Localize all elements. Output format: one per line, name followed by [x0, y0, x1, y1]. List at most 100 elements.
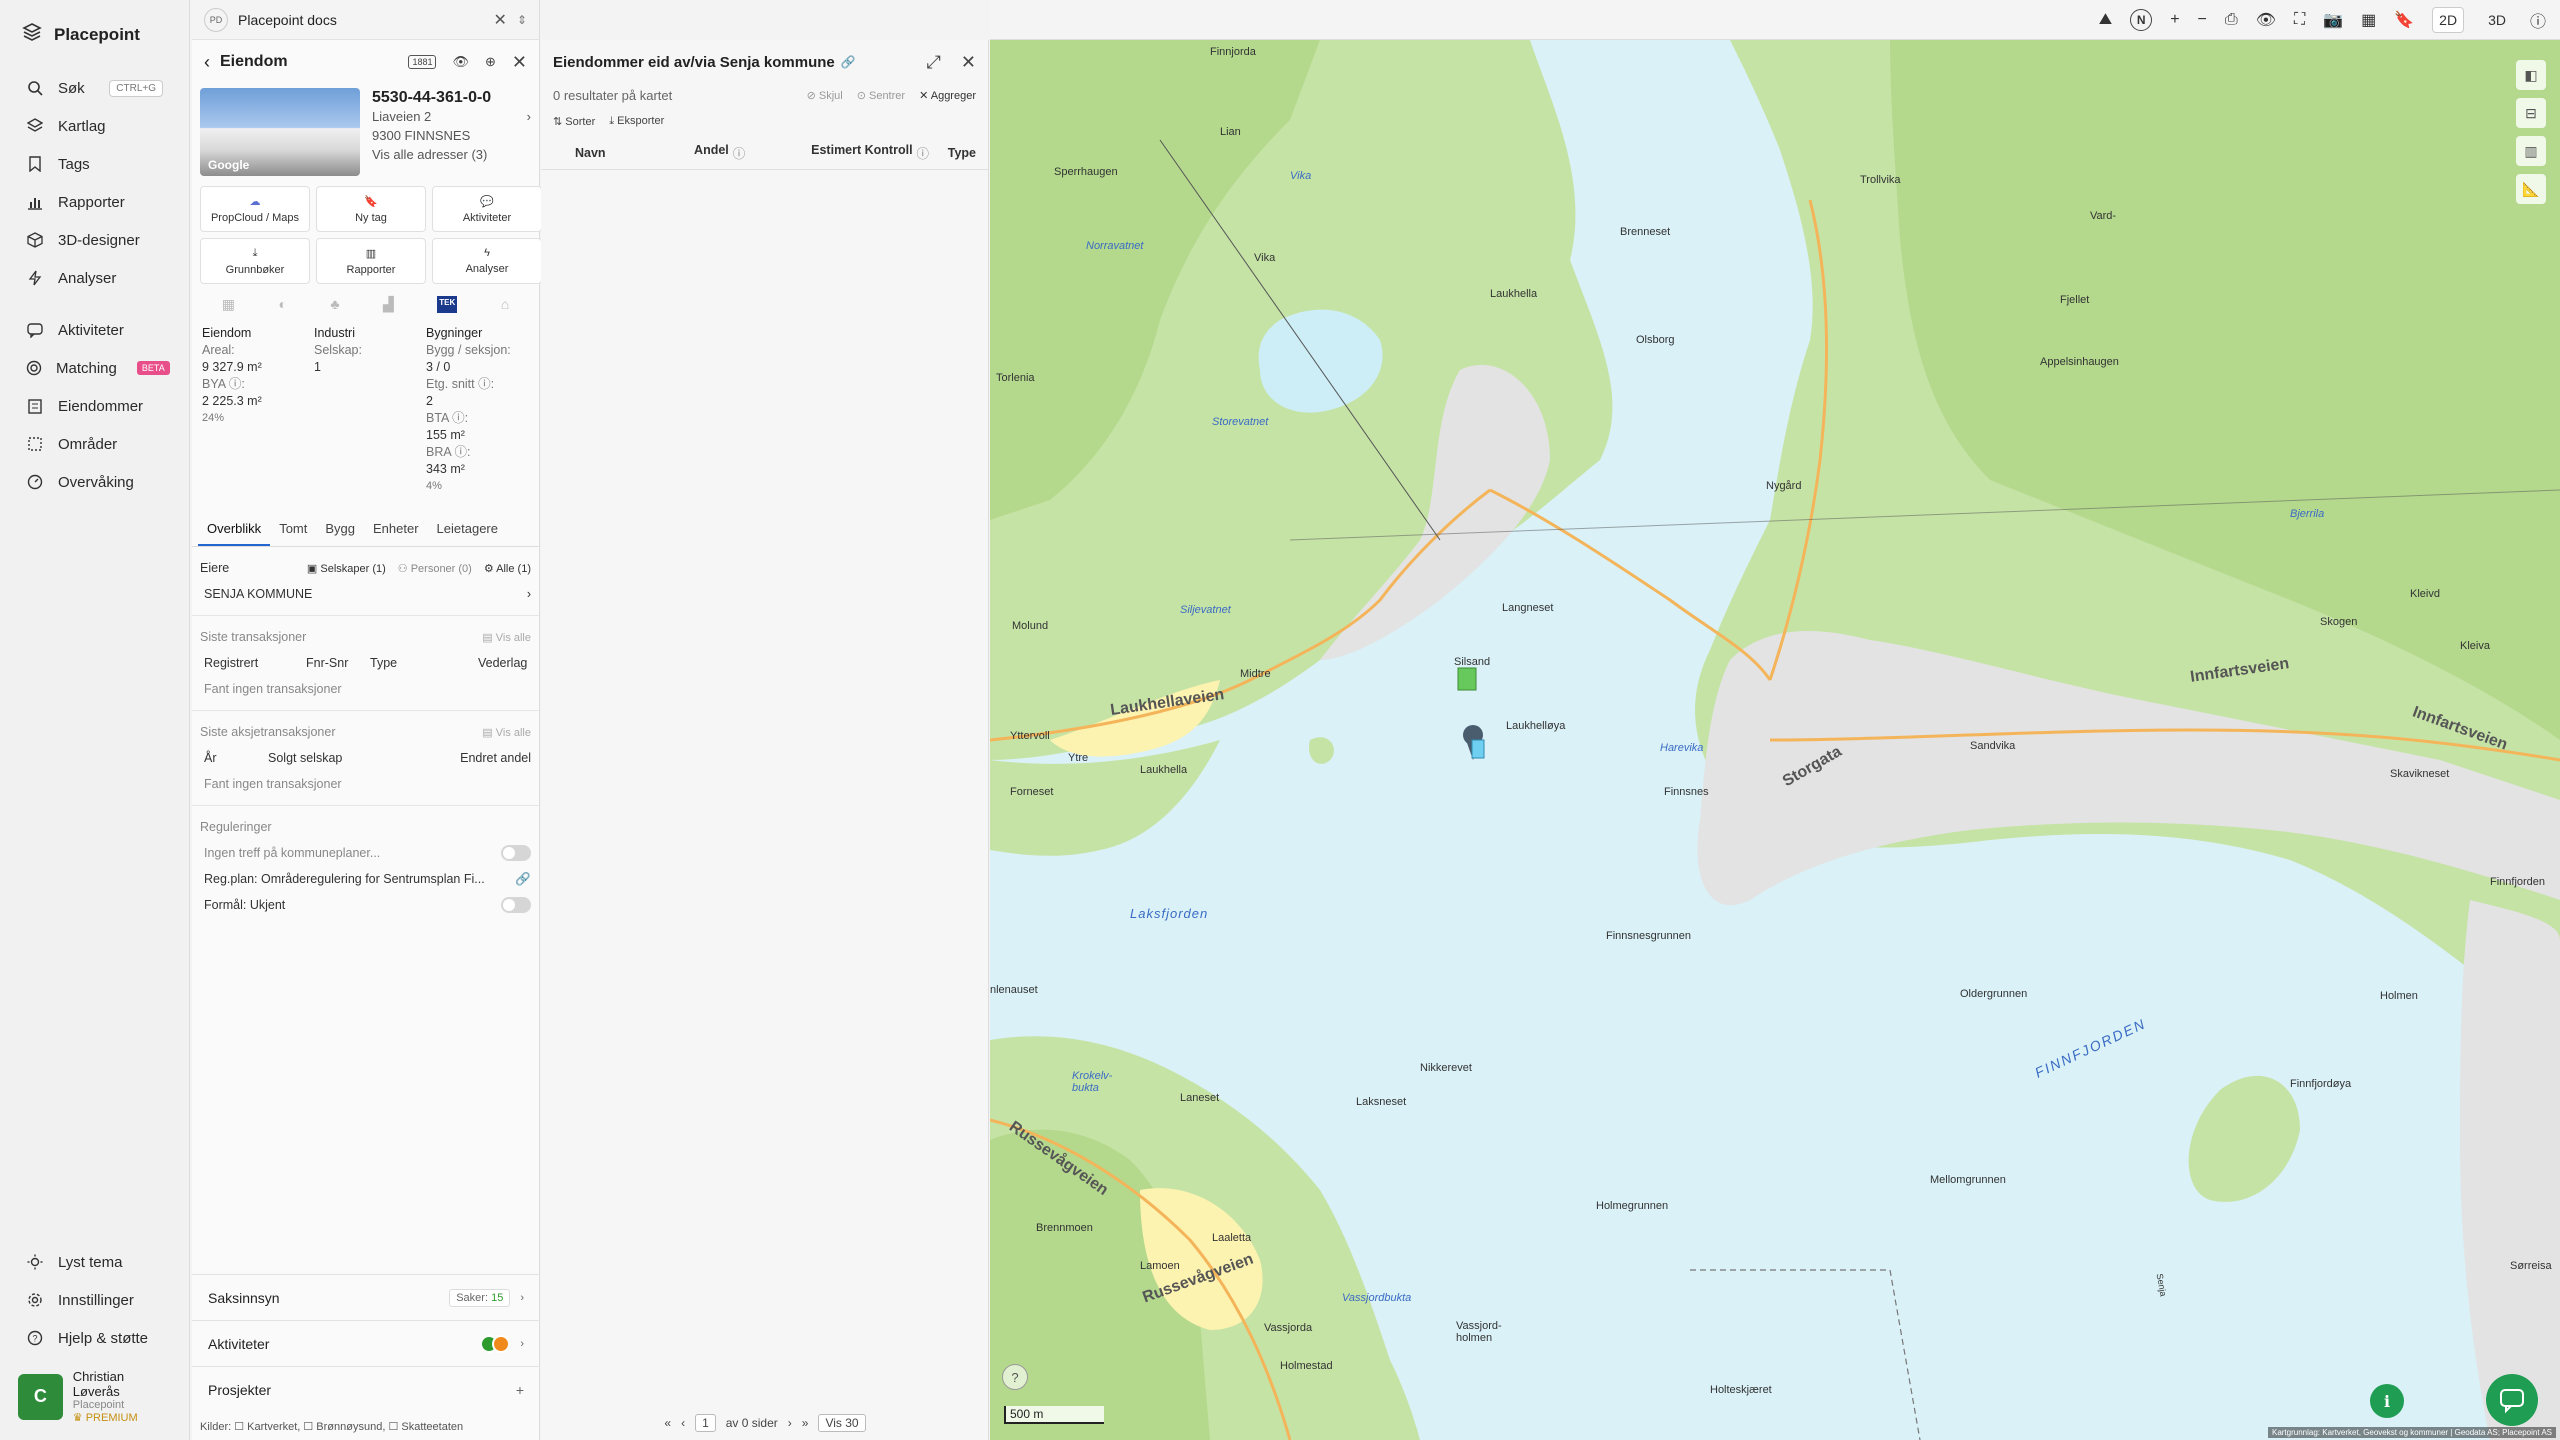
map-canvas[interactable]: Finnjorda Lian Vika Sperrhaugen Trollvik…	[990, 40, 2560, 1440]
nav-item-light-theme[interactable]: Lyst tema	[0, 1243, 190, 1281]
measure-icon[interactable]: ⊟	[2516, 98, 2546, 128]
sort-button[interactable]: ⇅ Sorter	[553, 115, 595, 128]
activities-row[interactable]: Aktiviteter ›	[192, 1320, 540, 1366]
home-icon[interactable]: ⌂	[501, 296, 509, 313]
link-icon[interactable]: 🔗	[841, 55, 856, 69]
grid-icon[interactable]: ▦	[2361, 10, 2376, 30]
zoom-out-icon[interactable]: −	[2198, 11, 2207, 29]
transactions-show-all[interactable]: ▤ Vis alle	[482, 631, 531, 644]
col-andel[interactable]: Andel ⓘ	[694, 143, 811, 162]
chat-button[interactable]	[2486, 1374, 2538, 1426]
view-3d-button[interactable]: 3D	[2482, 8, 2512, 32]
projects-row[interactable]: Prosjekter +	[192, 1366, 540, 1412]
nav-item-activities[interactable]: Aktiviteter	[0, 311, 189, 349]
transactions-section: Siste transaksjoner ▤ Vis alle Registrer…	[192, 616, 539, 711]
nav-item-reports[interactable]: Rapporter	[0, 183, 189, 221]
export-button[interactable]: ⤓ Eksporter	[609, 115, 664, 128]
tab-tomt[interactable]: Tomt	[270, 513, 316, 546]
last-page-icon[interactable]: »	[802, 1416, 809, 1430]
address-row[interactable]: Liaveien 2 ›	[372, 107, 531, 126]
per-page-select[interactable]: Vis 30	[818, 1414, 866, 1432]
docs-bar[interactable]: PD Placepoint docs ✕ ⇕	[192, 0, 539, 40]
filter-all[interactable]: ⚙ Alle (1)	[484, 562, 531, 575]
saksinnsyn-row[interactable]: Saksinnsyn Saker: 15 ›	[192, 1274, 540, 1320]
close-icon[interactable]: ✕	[961, 52, 976, 73]
nav-item-monitoring[interactable]: Overvåking	[0, 463, 189, 501]
filter-persons[interactable]: ⚇ Personer (0)	[398, 562, 472, 575]
tab-bygg[interactable]: Bygg	[316, 513, 364, 546]
bookmark-icon[interactable]: 🔖	[2394, 10, 2414, 30]
back-icon[interactable]: ‹	[204, 52, 210, 73]
map-help-button[interactable]: ?	[1002, 1364, 1028, 1390]
analyses-button[interactable]: ϟ Analyser	[432, 238, 542, 284]
tag-1881[interactable]: 1881	[408, 55, 437, 69]
hide-button[interactable]: ⊘ Skjul	[807, 89, 843, 102]
info-icon[interactable]: ⓘ	[2530, 8, 2546, 32]
eye-icon[interactable]: 👁	[2256, 10, 2276, 30]
col-navn[interactable]: Navn	[553, 146, 694, 160]
reports-button[interactable]: ▥ Rapporter	[316, 238, 426, 284]
nav-label: Aktiviteter	[58, 321, 124, 339]
prev-page-icon[interactable]: ‹	[681, 1416, 685, 1430]
new-tag-button[interactable]: 🔖 Ny tag	[316, 186, 426, 232]
share-tx-show-all[interactable]: ▤ Vis alle	[482, 726, 531, 739]
street-view-thumbnail[interactable]: Google	[200, 88, 360, 176]
add-icon[interactable]: +	[516, 1382, 524, 1398]
center-button[interactable]: ⊙ Sentrer	[857, 89, 905, 102]
regulation-row-plan[interactable]: Reg.plan: Områderegulering for Sentrumsp…	[200, 866, 531, 892]
nav-item-help[interactable]: ? Hjelp & støtte	[0, 1319, 190, 1357]
layers-icon[interactable]: ◧	[2516, 60, 2546, 90]
nav-item-3d-designer[interactable]: 3D-designer	[0, 221, 189, 259]
stairs-icon[interactable]: ▟	[383, 296, 394, 313]
nav-item-analyses[interactable]: Analyser	[0, 259, 189, 297]
ruler-icon[interactable]: 📐	[2516, 174, 2546, 204]
tab-enheter[interactable]: Enheter	[364, 513, 428, 546]
layers-3d-icon[interactable]: ⛰	[2099, 11, 2112, 29]
activities-button[interactable]: 💬 Aktiviteter	[432, 186, 542, 232]
tek-badge[interactable]: TEK	[437, 296, 458, 313]
add-circle-icon[interactable]: ⊕	[485, 54, 496, 70]
regulation-toggle[interactable]	[501, 897, 531, 913]
chevron-updown-icon[interactable]: ⇕	[517, 13, 527, 27]
page-input[interactable]: 1	[695, 1414, 716, 1432]
close-icon[interactable]: ✕	[512, 52, 527, 73]
compass-button[interactable]: N	[2130, 8, 2153, 31]
owner-row[interactable]: SENJA KOMMUNE ›	[200, 581, 531, 607]
nav-item-properties[interactable]: Eiendommer	[0, 387, 189, 425]
col-type[interactable]: Type	[948, 146, 976, 160]
filter-companies[interactable]: ▣ Selskaper (1)	[307, 562, 386, 575]
nav-item-search[interactable]: Søk CTRL+G	[0, 69, 189, 107]
nav-item-tags[interactable]: Tags	[0, 145, 189, 183]
nav-item-areas[interactable]: Områder	[0, 425, 189, 463]
all-addresses-link[interactable]: Vis alle adresser (3)	[372, 145, 531, 164]
brand[interactable]: Placepoint	[0, 0, 189, 69]
view-2d-button[interactable]: 2D	[2432, 6, 2465, 33]
nav-item-settings[interactable]: Innstillinger	[0, 1281, 190, 1319]
map-label: Holmen	[2380, 990, 2418, 1002]
nav-item-kartlag[interactable]: Kartlag	[0, 107, 189, 145]
regulation-toggle[interactable]	[501, 845, 531, 861]
next-page-icon[interactable]: ›	[788, 1416, 792, 1430]
info-button[interactable]: i	[2370, 1384, 2404, 1418]
globe-icon[interactable]: ◐	[278, 296, 286, 313]
tab-overblikk[interactable]: Overblikk	[198, 513, 271, 546]
aggregate-button[interactable]: ✕ Aggreger	[919, 89, 976, 102]
zoom-in-icon[interactable]: +	[2170, 11, 2179, 29]
link-icon[interactable]: 🔗	[515, 872, 531, 887]
land-registry-button[interactable]: ⤓ Grunnbøker	[200, 238, 310, 284]
user-card[interactable]: C Christian Løverås Placepoint ♛ PREMIUM	[18, 1369, 172, 1424]
print-icon[interactable]: ⎙	[2225, 11, 2238, 29]
tab-leietagere[interactable]: Leietagere	[428, 513, 507, 546]
camera-icon[interactable]: 📷	[2323, 10, 2343, 30]
col-estimert-kontroll[interactable]: Estimert Kontroll ⓘ	[811, 143, 948, 162]
nav-item-matching[interactable]: Matching BETA	[0, 349, 189, 387]
expand-icon[interactable]: ⤢	[927, 52, 941, 73]
propcloud-button[interactable]: ☁ PropCloud / Maps	[200, 186, 310, 232]
fullscreen-icon[interactable]: ⛶	[2294, 11, 2305, 29]
factory-icon[interactable]: ♣	[330, 296, 339, 313]
eye-icon[interactable]: 👁	[452, 54, 469, 70]
close-icon[interactable]: ✕	[494, 10, 507, 30]
bar-chart-icon[interactable]: ▥	[2516, 136, 2546, 166]
grid-icon[interactable]: ▦	[222, 296, 235, 313]
first-page-icon[interactable]: «	[664, 1416, 671, 1430]
